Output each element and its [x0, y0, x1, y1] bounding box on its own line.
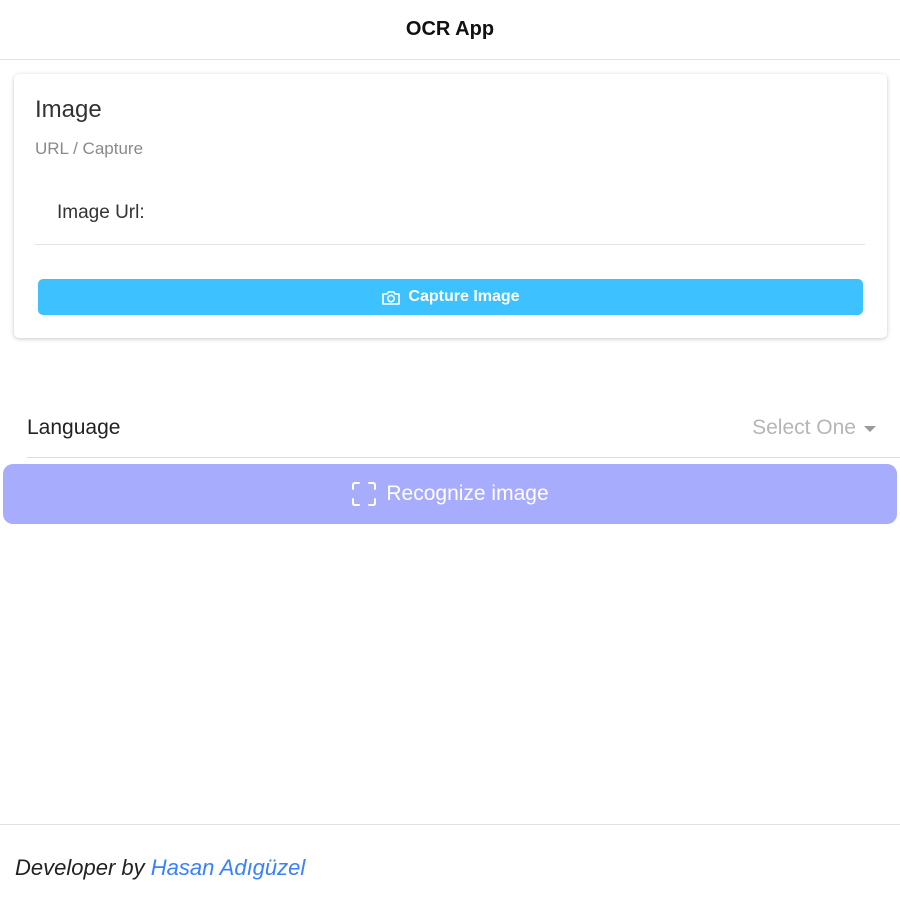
language-select-placeholder: Select One — [752, 416, 856, 439]
language-label: Language — [27, 416, 121, 439]
footer-text: Developer by Hasan Adıgüzel — [15, 855, 305, 881]
card-subtitle: URL / Capture — [35, 139, 144, 158]
language-select[interactable]: Select One — [752, 416, 876, 440]
footer-prefix: Developer by — [15, 855, 145, 880]
footer: Developer by Hasan Adıgüzel — [0, 824, 900, 900]
capture-image-button[interactable]: Capture Image — [38, 279, 863, 315]
image-url-label: Image Url: — [57, 202, 145, 223]
recognize-image-button[interactable]: Recognize image — [3, 464, 897, 524]
image-url-input[interactable] — [160, 196, 860, 232]
camera-icon — [381, 289, 401, 306]
capture-image-label: Capture Image — [408, 288, 520, 305]
caret-down-icon — [864, 426, 876, 432]
card-title: Image — [35, 96, 102, 123]
app-header: OCR App — [0, 0, 900, 60]
recognize-image-label: Recognize image — [386, 482, 549, 505]
scan-icon — [351, 481, 377, 507]
language-row[interactable]: Language Select One — [27, 398, 900, 458]
author-link[interactable]: Hasan Adıgüzel — [151, 855, 306, 880]
app-title: OCR App — [405, 18, 495, 40]
image-url-underline — [35, 244, 865, 245]
